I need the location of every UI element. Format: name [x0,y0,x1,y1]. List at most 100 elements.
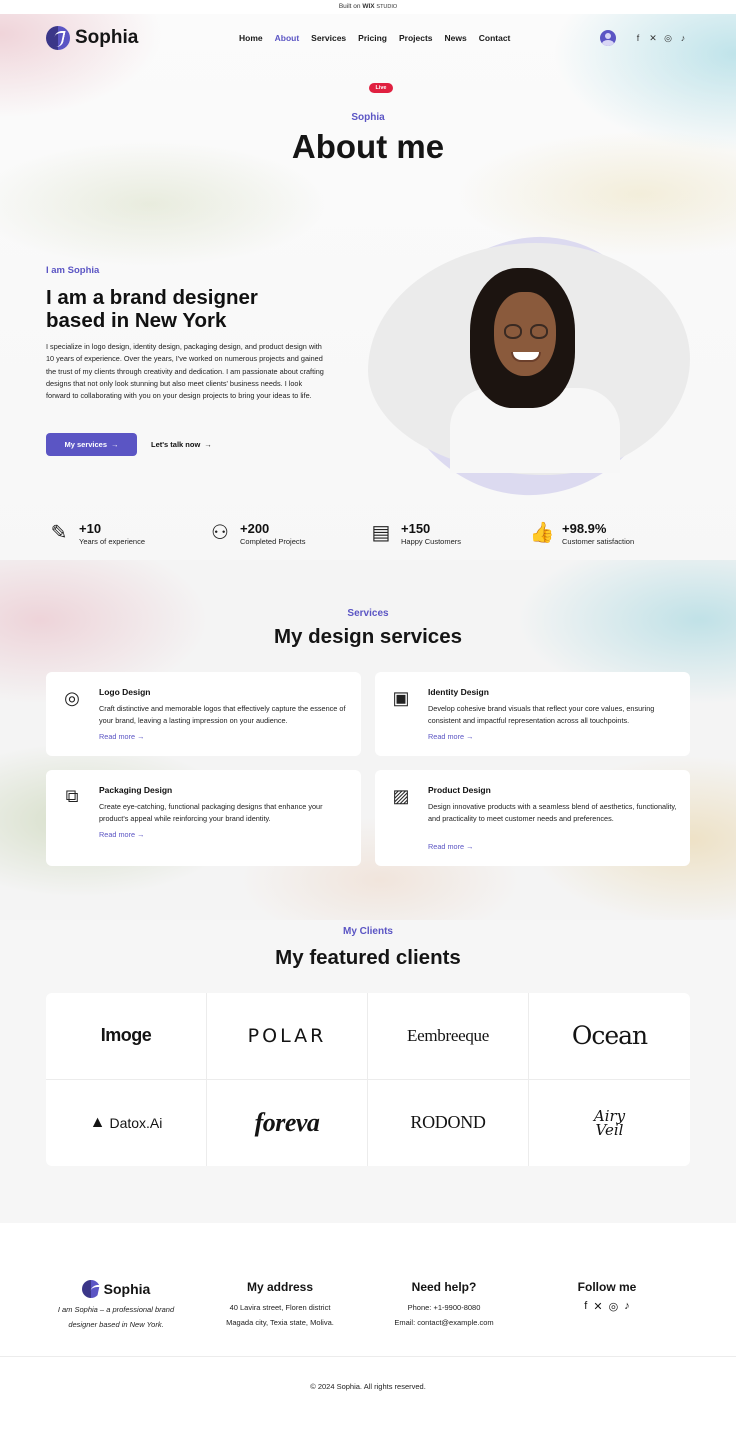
nav-pricing[interactable]: Pricing [358,33,387,43]
stat-item: ▤ +150 Happy Customers [368,520,529,546]
nav-projects[interactable]: Projects [399,33,433,43]
identity-design-icon: ▣ [392,688,410,708]
client-logo-text: POLAR [247,1024,327,1047]
service-title: Identity Design [428,687,489,697]
intro-heading: I am a brand designer based in New York [46,286,258,332]
x-icon[interactable]: ✕ [648,33,658,43]
nav-contact[interactable]: Contact [479,33,511,43]
read-more-link[interactable]: Read more → [428,842,473,851]
client-logo-text: RODOND [410,1112,486,1133]
packaging-design-icon: ⧉ [65,786,79,806]
read-more-link[interactable]: Read more → [99,732,144,741]
hero-eyebrow: Sophia [351,112,385,123]
wix-brand: WIX [362,3,375,10]
instagram-icon[interactable]: ◎ [609,1300,619,1313]
client-logo-text: foreva [254,1107,320,1137]
tiktok-icon[interactable]: ♪ [678,33,688,43]
stat-label: Completed Projects [240,536,306,546]
stat-value: +150 [401,520,431,536]
footer-help: Need help? Phone: +1-9900-8080 Email: co… [374,1280,514,1330]
client-logo-datox: ▲ Datox.Ai [46,1079,207,1166]
nav-home[interactable]: Home [239,33,263,43]
facebook-icon[interactable]: f [633,33,643,43]
studio-label: STUDIO [376,4,398,10]
arrow-right-icon: → [111,440,119,449]
client-logo-ocean: Ocean [529,993,690,1080]
sophia-logo-icon [46,26,70,50]
my-services-button[interactable]: My services → [46,433,137,456]
intro-paragraph: I specialize in logo design, identity de… [46,342,324,401]
sophia-logo-icon [81,1280,100,1298]
footer-logo[interactable]: Sophia [46,1280,186,1298]
clients-eyebrow: My Clients [342,926,393,937]
stat-item: ✎ +10 Years of experience [46,520,207,546]
user-avatar-icon[interactable] [600,30,616,46]
service-title: Packaging Design [99,785,173,795]
service-title: Product Design [428,785,491,795]
datox-mark-icon: ▲ [89,1113,106,1131]
nav-news[interactable]: News [445,33,467,43]
site-logo[interactable]: Sophia [46,26,138,50]
stats-row: ✎ +10 Years of experience ⚇ +200 Complet… [46,520,690,546]
footer-divider [0,1356,736,1357]
stat-item: 👍 +98.9% Customer satisfaction [529,520,690,546]
service-card-packaging: ⧉ Packaging Design Create eye-catching, … [46,770,361,866]
service-description: Design innovative products with a seamle… [428,802,677,824]
read-more-link[interactable]: Read more → [99,830,144,839]
address-title: My address [246,1280,314,1294]
stat-item: ⚇ +200 Completed Projects [207,520,368,546]
arrow-right-icon: → [204,440,212,449]
my-services-label: My services [64,440,108,449]
email-text[interactable]: Email: contact@example.com [374,1315,514,1330]
portrait-glasses-right [530,324,548,339]
pencil-ruler-icon: ✎ [50,522,68,544]
stat-value: +98.9% [562,520,607,536]
clients-title: My featured clients [275,946,461,969]
nav-services[interactable]: Services [311,33,346,43]
x-icon[interactable]: ✕ [593,1300,602,1313]
stat-label: Years of experience [79,536,146,546]
address-line: Magada city, Texia state, Moliva. [226,1318,334,1327]
instagram-icon[interactable]: ◎ [663,33,673,43]
footer-follow: Follow me f ✕ ◎ ♪ [537,1280,677,1313]
built-on-label: Built on [338,3,361,10]
main-nav: Home About Services Pricing Projects New… [239,33,510,43]
phone-text[interactable]: Phone: +1-9900-8080 [374,1300,514,1315]
nav-about[interactable]: About [275,33,300,43]
intro-eyebrow: I am Sophia [46,265,100,276]
stat-label: Customer satisfaction [562,536,635,546]
clients-grid: Imoge POLAR Eembreeque Ocean ▲ Datox.Ai f… [46,993,690,1166]
footer-socials: f ✕ ◎ ♪ [537,1300,677,1313]
service-description: Craft distinctive and memorable logos th… [99,704,346,726]
logo-text: Sophia [75,27,139,48]
service-card-logo: ◎ Logo Design Craft distinctive and memo… [46,672,361,756]
service-description: Create eye-catching, functional packagin… [99,802,323,824]
read-more-link[interactable]: Read more → [428,732,473,741]
product-design-icon: ▨ [392,786,410,806]
live-badge: Live [369,83,393,93]
stat-value: +10 [79,520,102,536]
facebook-icon[interactable]: f [584,1300,587,1313]
logo-design-icon: ◎ [64,688,80,708]
service-card-product: ▨ Product Design Design innovative produ… [375,770,690,866]
help-title: Need help? [411,1280,477,1294]
client-logo-text: Ocean [571,1021,648,1051]
lets-talk-link[interactable]: Let's talk now → [151,433,212,456]
client-logo-text: Airy Veil [593,1106,626,1139]
tiktok-icon[interactable]: ♪ [624,1300,630,1313]
client-logo-airy-veil: Airy Veil [529,1080,690,1167]
page-title: About me [291,128,445,165]
client-logo-eembreeque: Eembreeque [368,993,529,1080]
footer-tagline: I am Sophia – a professional brand desig… [57,1305,175,1329]
built-on-wix-banner[interactable]: Built on WIX STUDIO [0,0,736,14]
client-logo-imoge: Imoge [46,993,207,1080]
client-logo-text: Imoge [100,1025,152,1046]
client-logo-text: Eembreeque [407,1025,489,1045]
footer-address: My address 40 Lavira street, Floren dist… [210,1280,350,1330]
client-logo-text: Datox.Ai [109,1114,163,1131]
copyright: © 2024 Sophia. All rights reserved. [310,1382,426,1391]
service-card-identity: ▣ Identity Design Develop cohesive brand… [375,672,690,756]
services-title: My design services [273,625,462,648]
service-description: Develop cohesive brand visuals that refl… [428,704,655,726]
client-logo-polar: POLAR [207,993,368,1080]
